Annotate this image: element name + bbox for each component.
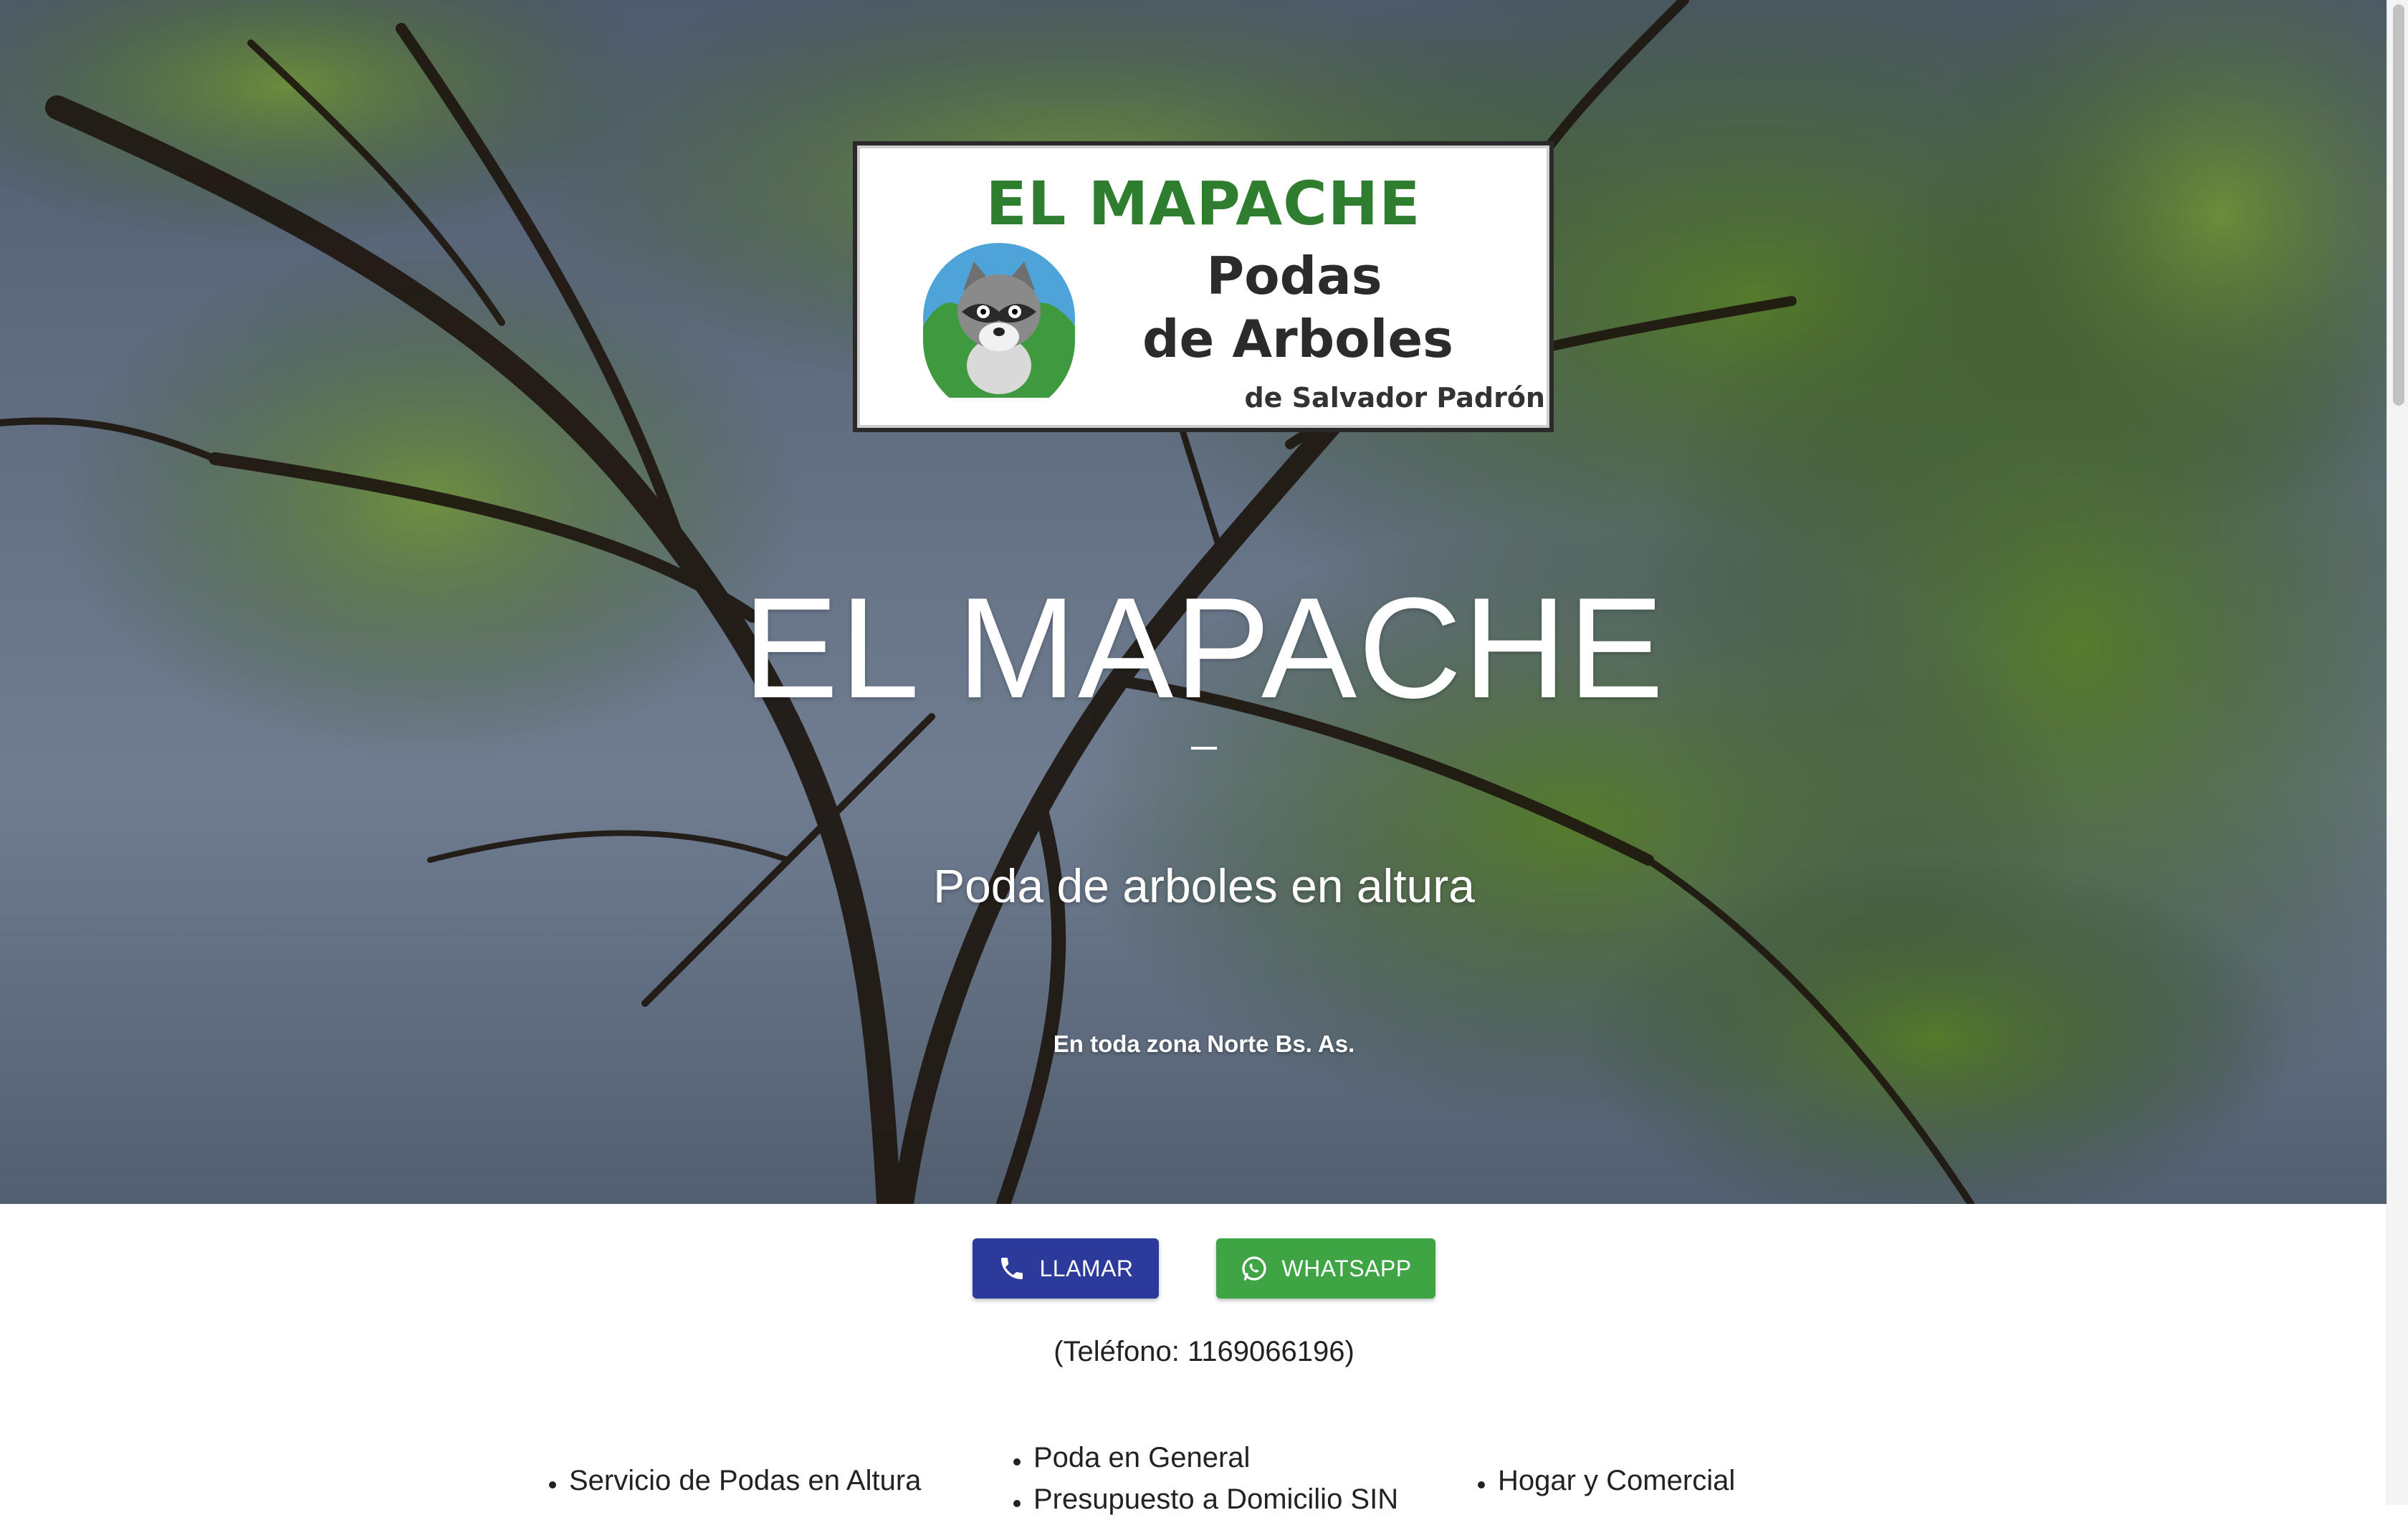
- scrollbar-thumb[interactable]: [2393, 4, 2404, 406]
- logo-credit: de Salvador Padrón: [1244, 382, 1545, 414]
- call-button-label: LLAMAR: [1039, 1255, 1134, 1281]
- brand-logo: EL MAPACHE Podas de Arboles de Salvador …: [853, 141, 1554, 432]
- call-button[interactable]: LLAMAR: [973, 1238, 1159, 1299]
- raccoon-icon: [923, 243, 1075, 398]
- services-list-1: Servicio de Podas en Altura: [545, 1460, 921, 1501]
- logo-line-podas: Podas: [1206, 246, 1382, 306]
- list-item: Servicio de Podas en Altura: [545, 1460, 921, 1501]
- service-zone: En toda zona Norte Bs. As.: [1053, 1031, 1355, 1057]
- hero-subtitle: Poda de arboles en altura: [933, 859, 1475, 912]
- whatsapp-button[interactable]: WHATSAPP: [1216, 1238, 1435, 1299]
- list-item: Poda en General: [1009, 1437, 1398, 1478]
- list-item: Presupuesto a Domicilio SIN: [1009, 1478, 1398, 1520]
- services-list-2: Poda en General Presupuesto a Domicilio …: [1009, 1437, 1398, 1520]
- logo-title: EL MAPACHE: [985, 168, 1421, 239]
- logo-line-arboles: de Arboles: [1142, 309, 1454, 369]
- phone-number: (Teléfono: 1169066196): [1054, 1336, 1354, 1367]
- phone-icon: [1001, 1258, 1023, 1279]
- services-list-3: Hogar y Comercial: [1473, 1460, 1735, 1501]
- whatsapp-icon: [1242, 1256, 1267, 1281]
- hero-section: EL MAPACHE Podas de Arboles de Salvador …: [0, 0, 2386, 1204]
- whatsapp-button-label: WHATSAPP: [1281, 1255, 1412, 1281]
- list-item: Hogar y Comercial: [1473, 1460, 1735, 1501]
- page-scrollbar[interactable]: [2386, 0, 2408, 1505]
- page-title: EL MAPACHE: [742, 568, 1666, 728]
- title-divider: [1191, 747, 1217, 750]
